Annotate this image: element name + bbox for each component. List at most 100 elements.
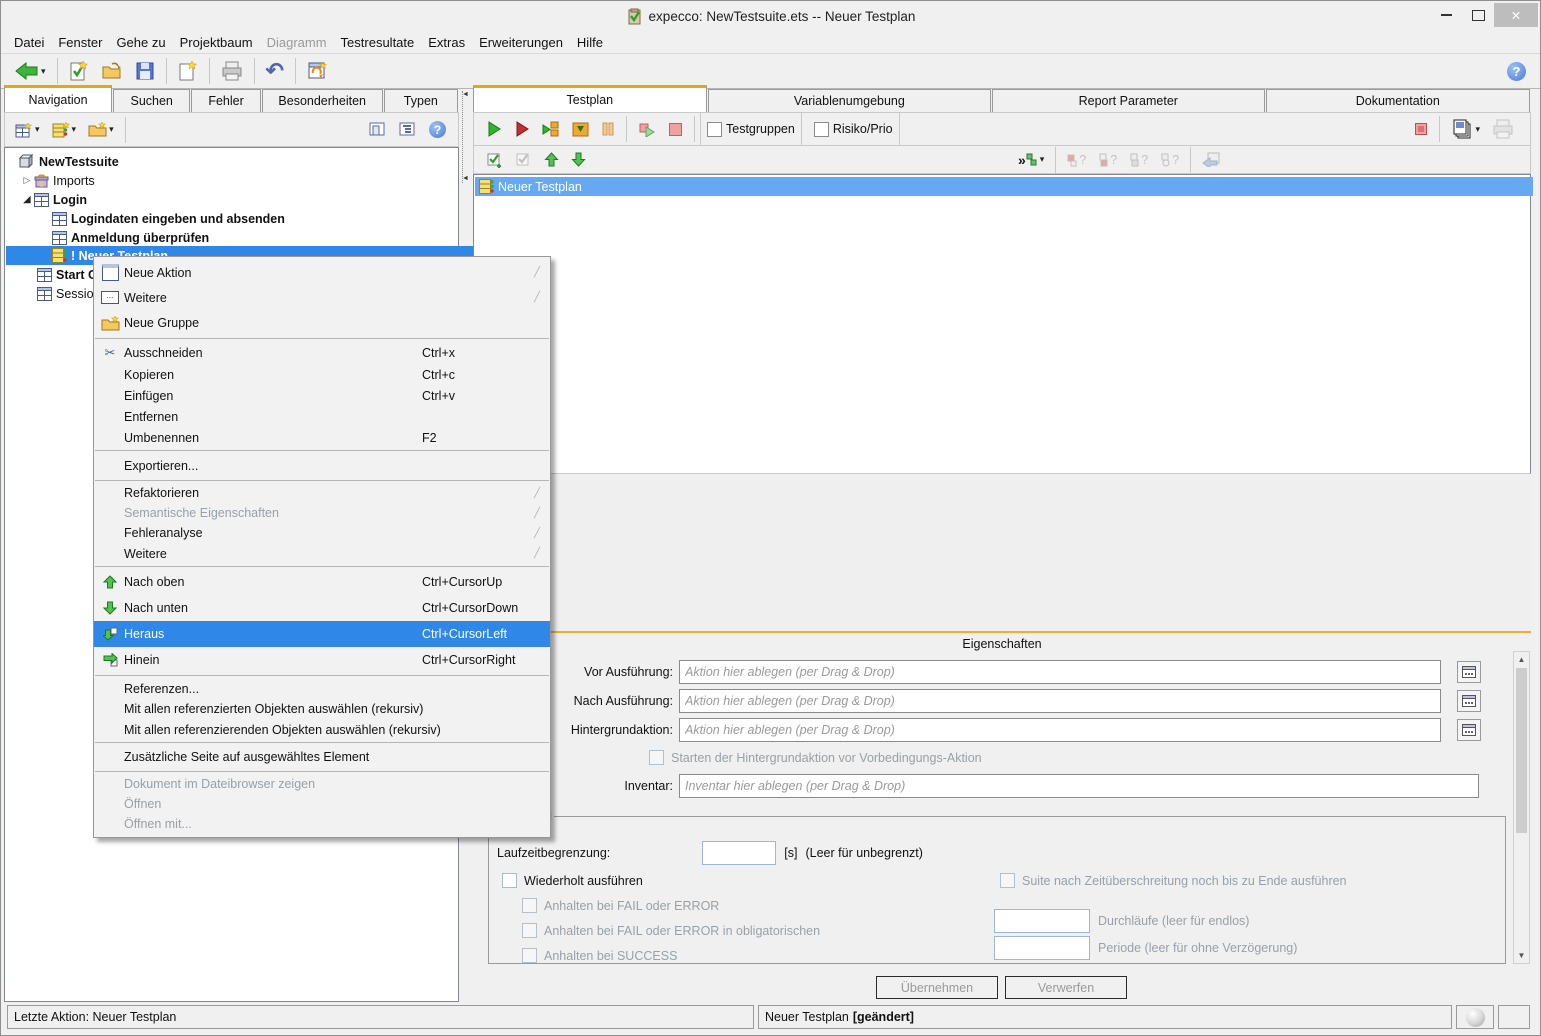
period-field[interactable]: [994, 936, 1090, 960]
tree-item-login[interactable]: ◢ Login: [6, 190, 471, 209]
query-state-3-button[interactable]: ?: [1123, 145, 1154, 175]
new-group-button[interactable]: ▾: [82, 115, 120, 145]
expander-collapsed-icon[interactable]: ▷: [20, 175, 34, 186]
save-button[interactable]: [129, 56, 161, 86]
run-through-button[interactable]: » ▾: [1012, 145, 1050, 175]
cm-zusaetzliche-seite[interactable]: Zusätzliche Seite auf ausgewähltes Eleme…: [94, 745, 550, 769]
cm-mit-referenzierenden[interactable]: Mit allen referenzierenden Objekten ausw…: [94, 719, 550, 740]
properties-scrollbar[interactable]: ▲ ▼: [1513, 651, 1530, 964]
remove-check-button[interactable]: [509, 145, 538, 175]
maximize-button[interactable]: [1462, 3, 1494, 27]
background-start-checkbox[interactable]: [649, 750, 664, 765]
open-button[interactable]: [95, 56, 129, 86]
tab-typen[interactable]: Typen: [384, 89, 458, 112]
cm-weitere[interactable]: Weitere ╱: [94, 543, 550, 564]
new-testplan-dropdown-icon[interactable]: ▾: [72, 124, 77, 135]
cm-entfernen[interactable]: Entfernen: [94, 406, 550, 427]
menu-gehe-zu[interactable]: Gehe zu: [109, 33, 172, 52]
cm-nach-unten[interactable]: Nach unten Ctrl+CursorDown: [94, 595, 550, 621]
tab-besonderheiten[interactable]: Besonderheiten: [262, 89, 383, 112]
help-button[interactable]: ?: [1501, 56, 1532, 86]
cm-neue-aktion[interactable]: Neue Aktion ╱: [94, 260, 550, 285]
cm-heraus[interactable]: Heraus Ctrl+CursorLeft: [94, 621, 550, 647]
post-action-field[interactable]: [679, 689, 1441, 713]
cm-referenzen[interactable]: Referenzen...: [94, 678, 550, 699]
query-state-4-button[interactable]: ?: [1154, 145, 1185, 175]
new-group-dropdown-icon[interactable]: ▾: [109, 124, 114, 135]
discard-button[interactable]: Verwerfen: [1005, 976, 1127, 999]
menu-projektbaum[interactable]: Projektbaum: [173, 33, 260, 52]
testplan-list-selected-row[interactable]: Neuer Testplan: [475, 177, 1533, 196]
run-selected-button[interactable]: [536, 114, 566, 144]
scroll-down-icon[interactable]: ▼: [1514, 948, 1529, 963]
repeat-checkbox[interactable]: [502, 873, 517, 888]
tree-item-logindaten[interactable]: Logindaten eingeben und absenden: [6, 209, 503, 228]
cm-kopieren[interactable]: Kopieren Ctrl+c: [94, 364, 550, 385]
tab-testplan[interactable]: Testplan: [473, 85, 707, 112]
move-down-button[interactable]: [565, 145, 592, 175]
tab-navigation[interactable]: Navigation: [4, 85, 112, 112]
run-through-dropdown-icon[interactable]: ▾: [1040, 154, 1045, 165]
pause-button[interactable]: [595, 114, 621, 144]
goto-button[interactable]: [1196, 145, 1226, 175]
close-button[interactable]: ✕: [1494, 3, 1538, 27]
halt-success-checkbox[interactable]: [522, 948, 537, 963]
menu-hilfe[interactable]: Hilfe: [570, 33, 610, 52]
halt-fail-oblig-checkbox[interactable]: [522, 923, 537, 938]
risiko-checkbox-box[interactable]: [814, 122, 829, 137]
background-action-field[interactable]: [679, 718, 1441, 742]
cm-mit-referenzierten[interactable]: Mit allen referenzierten Objekten auswäh…: [94, 699, 550, 719]
resume-button[interactable]: [632, 114, 662, 144]
background-action-picker-button[interactable]: [1457, 719, 1481, 741]
menu-extras[interactable]: Extras: [421, 33, 472, 52]
tree-item-imports[interactable]: ▷ Imports: [6, 171, 471, 190]
new-document-button[interactable]: [172, 56, 204, 86]
cm-fehleranalyse[interactable]: Fehleranalyse ╱: [94, 523, 550, 543]
run-from-button[interactable]: [566, 114, 595, 144]
menu-erweiterungen[interactable]: Erweiterungen: [472, 33, 570, 52]
scrollbar-thumb[interactable]: [1516, 668, 1527, 833]
run-with-debugger-button[interactable]: [508, 114, 536, 144]
halt-fail-checkbox[interactable]: [522, 898, 537, 913]
cm-refaktorieren[interactable]: Refaktorieren ╱: [94, 483, 550, 503]
post-action-picker-button[interactable]: [1457, 690, 1481, 712]
minimize-button[interactable]: [1430, 3, 1462, 27]
settings-button[interactable]: [301, 56, 335, 86]
tab-variablenumgebung[interactable]: Variablenumgebung: [708, 89, 991, 112]
expander-expanded-icon[interactable]: ◢: [20, 194, 34, 205]
new-testplan-button[interactable]: ▾: [46, 115, 83, 145]
report-dropdown-icon[interactable]: ▾: [1475, 124, 1480, 135]
cm-nach-oben[interactable]: Nach oben Ctrl+CursorUp: [94, 569, 550, 595]
stop-button[interactable]: [662, 114, 689, 144]
pre-action-picker-button[interactable]: [1457, 661, 1481, 683]
cm-exportieren[interactable]: Exportieren...: [94, 453, 550, 478]
move-up-button[interactable]: [538, 145, 565, 175]
show-details-button[interactable]: [363, 115, 393, 145]
inventar-field[interactable]: [679, 774, 1479, 798]
risiko-checkbox[interactable]: Risiko/Prio: [808, 113, 900, 145]
cm-einfuegen[interactable]: Einfügen Ctrl+v: [94, 385, 550, 406]
query-state-1-button[interactable]: ?: [1061, 145, 1092, 175]
runtime-limit-field[interactable]: [702, 841, 776, 865]
new-action-dropdown-icon[interactable]: ▾: [35, 124, 40, 135]
print-report-button[interactable]: [1486, 114, 1520, 144]
cm-umbenennen[interactable]: Umbenennen F2: [94, 427, 550, 448]
testgruppen-checkbox[interactable]: Testgruppen: [700, 113, 802, 145]
menu-datei[interactable]: Datei: [7, 33, 51, 52]
new-action-button[interactable]: ▾: [9, 115, 46, 145]
pre-action-field[interactable]: [679, 660, 1441, 684]
abort-button[interactable]: [1408, 114, 1434, 144]
print-button[interactable]: [215, 56, 249, 86]
cm-neue-gruppe[interactable]: Neue Gruppe: [94, 310, 550, 336]
undo-button[interactable]: ↶: [260, 56, 290, 86]
iterations-field[interactable]: [994, 909, 1090, 933]
tab-fehler[interactable]: Fehler: [191, 89, 260, 112]
tree-item-anmeldung[interactable]: Anmeldung überprüfen: [6, 228, 503, 247]
testgruppen-checkbox-box[interactable]: [707, 122, 722, 137]
cm-weitere-neu[interactable]: ... Weitere ╱: [94, 285, 550, 310]
run-button[interactable]: [480, 114, 508, 144]
accept-button[interactable]: [63, 56, 95, 86]
tab-suchen[interactable]: Suchen: [113, 89, 190, 112]
apply-button[interactable]: Übernehmen: [876, 976, 998, 999]
menu-testresultate[interactable]: Testresultate: [334, 33, 422, 52]
